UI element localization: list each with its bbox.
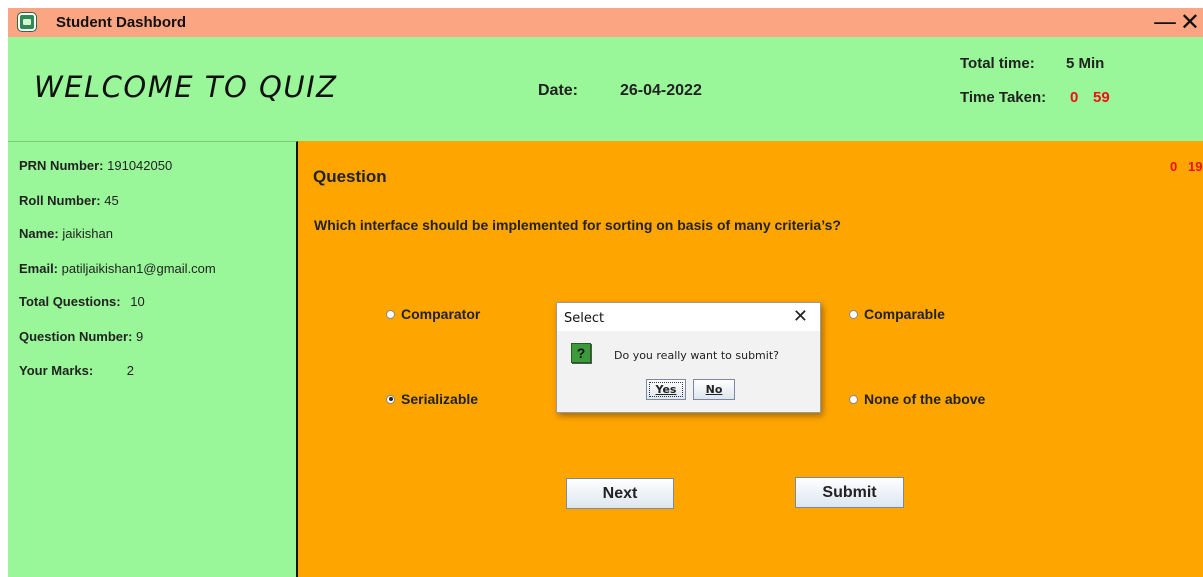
dialog-titlebar: Select ✕ (557, 303, 820, 331)
option-none-of-the-above[interactable]: None of the above (849, 391, 985, 407)
total-questions-label: Total Questions: (19, 294, 121, 309)
option-label: None of the above (864, 391, 986, 407)
radio-comparable[interactable] (849, 309, 858, 319)
app-icon (17, 12, 37, 32)
total-time-label: Total time: (960, 55, 1035, 72)
yes-button-label: Yes (655, 383, 677, 396)
name-value: jaikishan (62, 226, 113, 241)
welcome-heading: WELCOME TO QUIZ (34, 70, 338, 104)
name-label: Name: (19, 226, 59, 241)
prn-label: PRN Number: (19, 158, 104, 173)
email-value: patiljaikishan1@gmail.com (61, 261, 216, 276)
option-comparable[interactable]: Comparable (849, 306, 945, 322)
email-row: Email: patiljaikishan1@gmail.com (19, 261, 216, 276)
roll-row: Roll Number: 45 (19, 193, 119, 208)
marks-value: 2 (126, 363, 135, 378)
prn-value: 191042050 (107, 158, 173, 173)
option-label: Serializable (401, 391, 479, 407)
no-button[interactable]: No (693, 379, 735, 400)
confirm-submit-dialog: Select ✕ ? Do you really want to submit?… (556, 302, 821, 413)
total-time-value: 5 Min (1066, 55, 1105, 72)
question-icon: ? (571, 343, 591, 363)
total-questions-row: Total Questions: 10 (19, 294, 145, 309)
radio-none-of-the-above[interactable] (849, 394, 858, 404)
question-timer-seconds: 19 (1188, 159, 1203, 174)
window-title: Student Dashbord (56, 14, 186, 31)
date-value: 26-04-2022 (620, 82, 702, 99)
question-number-value: 9 (136, 329, 144, 344)
radio-serializable[interactable] (386, 394, 395, 404)
email-label: Email: (19, 261, 59, 276)
dialog-title: Select (564, 311, 605, 326)
window-titlebar: Student Dashbord — ✕ (8, 8, 1203, 37)
marks-label: Your Marks: (19, 363, 94, 378)
next-button[interactable]: Next (566, 478, 674, 509)
option-label: Comparable (864, 306, 945, 322)
yes-button[interactable]: Yes (646, 379, 686, 400)
minimize-icon[interactable]: — (1153, 10, 1177, 34)
radio-comparator[interactable] (386, 309, 395, 319)
student-info-panel: PRN Number: 191042050 Roll Number: 45 Na… (8, 141, 298, 577)
time-taken-label: Time Taken: (960, 89, 1047, 106)
time-taken-seconds: 59 (1093, 89, 1110, 106)
header-panel: WELCOME TO QUIZ Date: 26-04-2022 Total t… (8, 37, 1203, 141)
question-number-label: Question Number: (19, 329, 133, 344)
option-label: Comparator (401, 306, 481, 322)
option-comparator[interactable]: Comparator (386, 306, 480, 322)
submit-button[interactable]: Submit (795, 477, 904, 508)
close-icon[interactable]: ✕ (1180, 10, 1200, 34)
total-questions-value: 10 (130, 294, 145, 309)
question-heading: Question (313, 167, 387, 186)
roll-value: 45 (104, 193, 119, 208)
option-serializable[interactable]: Serializable (386, 391, 478, 407)
date-label: Date: (538, 82, 579, 99)
roll-label: Roll Number: (19, 193, 101, 208)
question-timer-minutes: 0 (1170, 159, 1178, 174)
dialog-close-icon[interactable]: ✕ (793, 306, 808, 327)
question-number-row: Question Number: 9 (19, 329, 143, 344)
prn-row: PRN Number: 191042050 (19, 158, 172, 173)
time-taken-minutes: 0 (1070, 89, 1079, 106)
name-row: Name: jaikishan (19, 226, 113, 241)
no-button-label: No (705, 383, 723, 396)
dialog-message: Do you really want to submit? (614, 349, 779, 362)
marks-row: Your Marks: 2 (19, 363, 134, 378)
question-text: Which interface should be implemented fo… (314, 217, 841, 233)
